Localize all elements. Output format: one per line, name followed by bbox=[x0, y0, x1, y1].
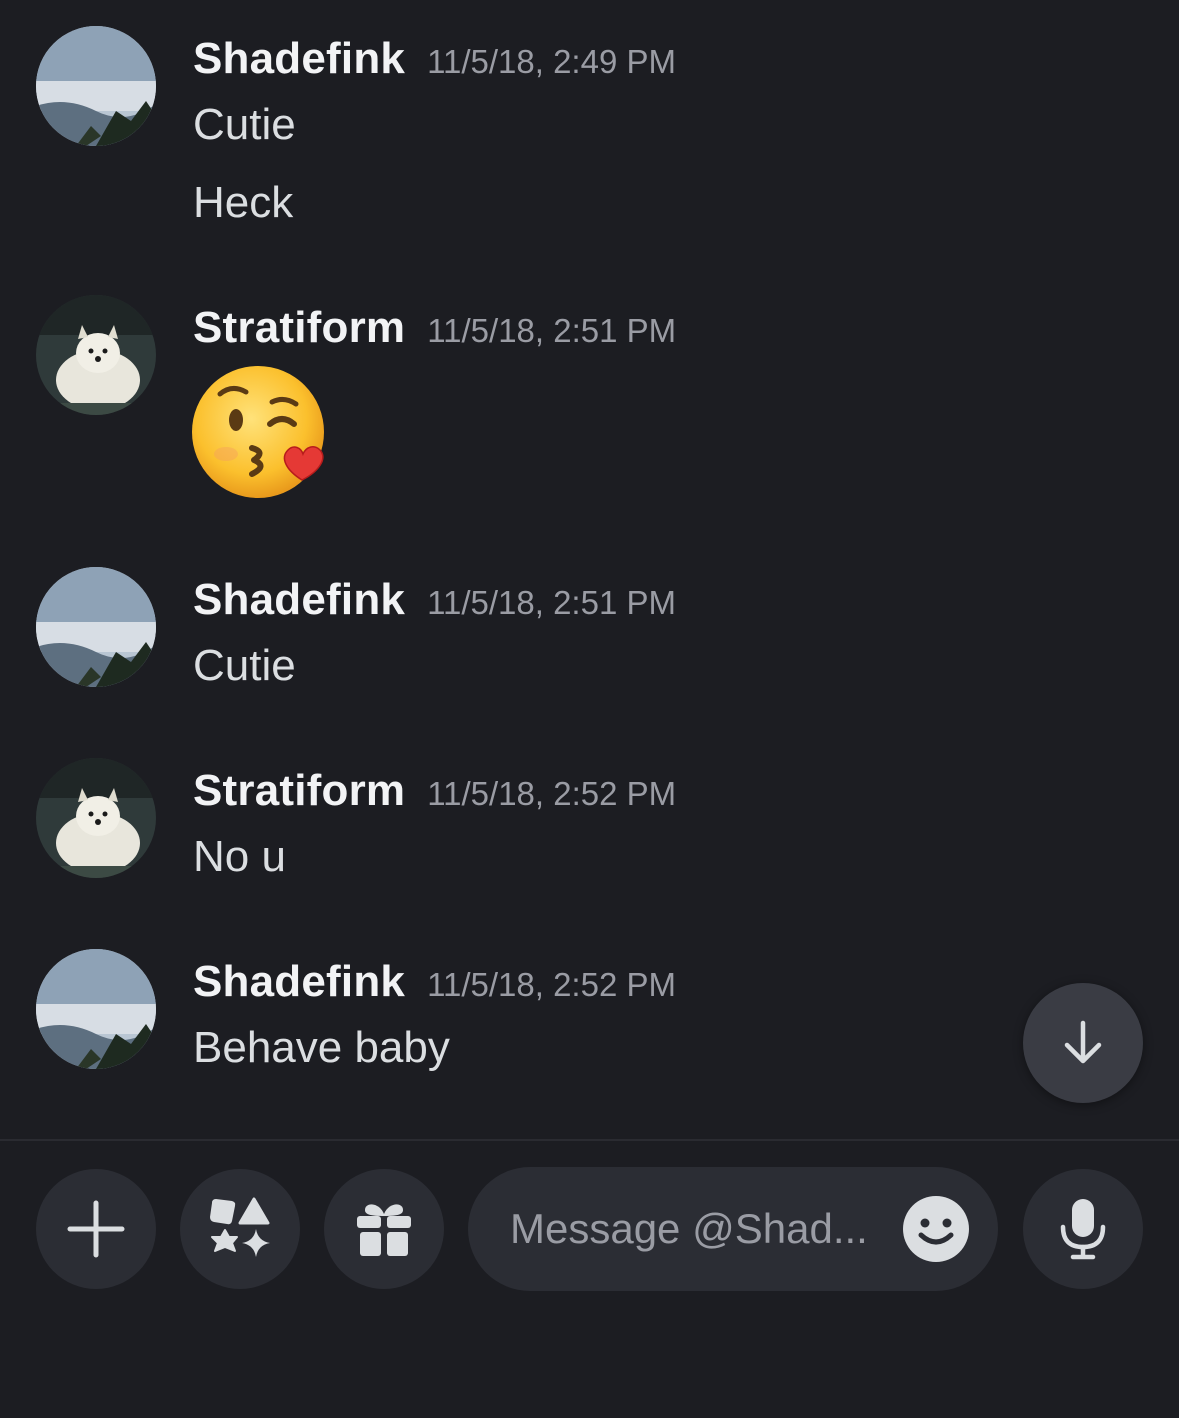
author-name[interactable]: Shadefink bbox=[193, 34, 405, 83]
voice-message-button[interactable] bbox=[1023, 1169, 1143, 1289]
message-header: Stratiform 11/5/18, 2:52 PM bbox=[193, 766, 676, 816]
author-name[interactable]: Stratiform bbox=[193, 766, 405, 815]
apps-icon bbox=[210, 1197, 270, 1257]
message-timestamp: 11/5/18, 2:51 PM bbox=[427, 312, 677, 349]
avatar-shadefink[interactable] bbox=[36, 26, 156, 146]
message-text: Behave baby bbox=[193, 1023, 450, 1072]
chat-screen: Shadefink 11/5/18, 2:49 PM Cutie Heck Str… bbox=[0, 0, 1179, 1418]
jump-to-present-button[interactable] bbox=[1023, 983, 1143, 1103]
message-timestamp: 11/5/18, 2:49 PM bbox=[427, 43, 676, 80]
message-text: Cutie bbox=[193, 100, 296, 149]
emoji-icon bbox=[903, 1196, 969, 1262]
message-text: Cutie bbox=[193, 641, 296, 690]
avatar-stratiform[interactable] bbox=[36, 295, 156, 415]
composer-divider bbox=[0, 1139, 1179, 1141]
avatar-stratiform[interactable] bbox=[36, 758, 156, 878]
message-timestamp: 11/5/18, 2:52 PM bbox=[427, 966, 676, 1003]
apps-button[interactable] bbox=[180, 1169, 300, 1289]
emoji-button[interactable] bbox=[902, 1195, 970, 1263]
author-name[interactable]: Stratiform bbox=[193, 303, 405, 352]
message-text: No u bbox=[193, 832, 286, 881]
avatar-shadefink[interactable] bbox=[36, 949, 156, 1069]
gift-icon bbox=[357, 1204, 411, 1256]
avatar-shadefink[interactable] bbox=[36, 567, 156, 687]
message-text: Heck bbox=[193, 178, 294, 227]
microphone-icon bbox=[1060, 1199, 1106, 1260]
message-header: Shadefink 11/5/18, 2:51 PM bbox=[193, 575, 676, 625]
plus-icon bbox=[67, 1200, 125, 1258]
message-input[interactable] bbox=[510, 1197, 890, 1261]
message-timestamp: 11/5/18, 2:51 PM bbox=[427, 584, 676, 621]
gift-button[interactable] bbox=[324, 1169, 444, 1289]
message-timestamp: 11/5/18, 2:52 PM bbox=[427, 775, 677, 812]
author-name[interactable]: Shadefink bbox=[193, 957, 405, 1006]
kiss-emoji bbox=[190, 362, 334, 506]
message-header: Shadefink 11/5/18, 2:49 PM bbox=[193, 34, 676, 84]
attach-button[interactable] bbox=[36, 1169, 156, 1289]
arrow-down-icon bbox=[1064, 1020, 1102, 1064]
message-header: Shadefink 11/5/18, 2:52 PM bbox=[193, 957, 676, 1007]
author-name[interactable]: Shadefink bbox=[193, 575, 405, 624]
message-header: Stratiform 11/5/18, 2:51 PM bbox=[193, 303, 676, 353]
message-composer bbox=[468, 1167, 998, 1291]
